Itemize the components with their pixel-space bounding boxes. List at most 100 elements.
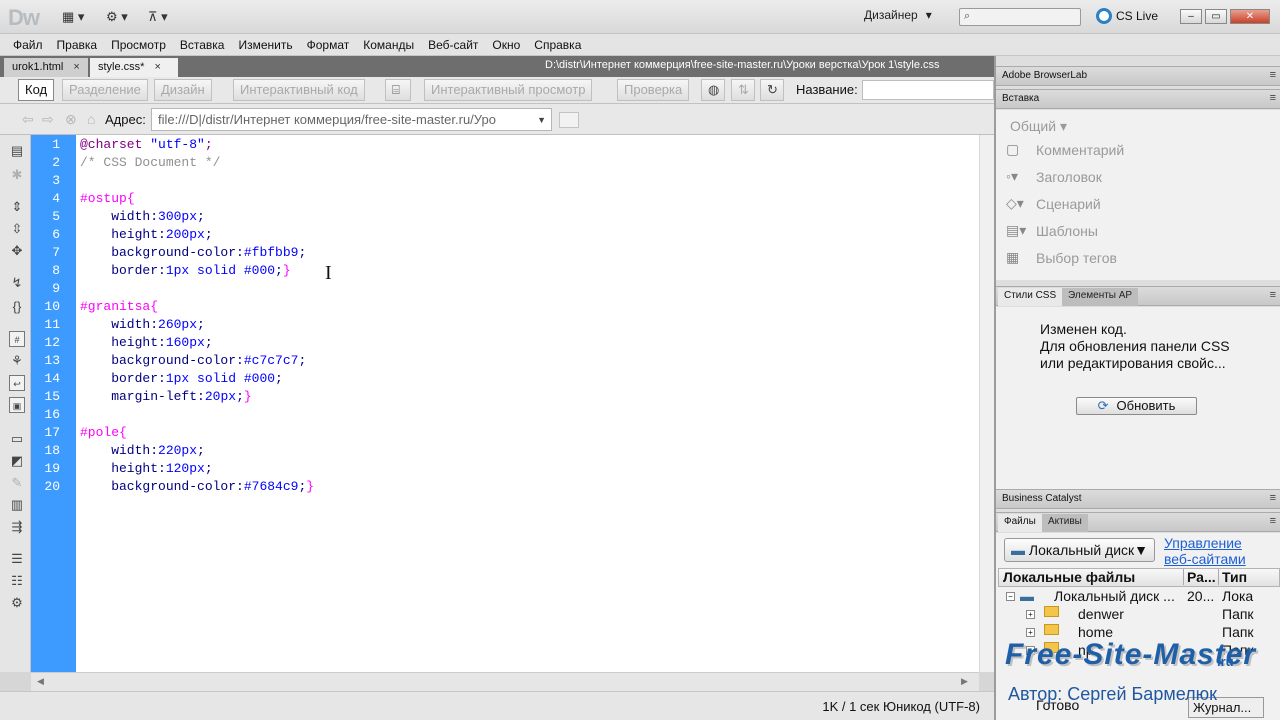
insert-script[interactable]: ◇▾ Сценарий [1006, 195, 1101, 212]
panel-menu-icon[interactable]: ≡ [1270, 69, 1276, 81]
balance-braces-icon[interactable]: {} [9, 299, 25, 315]
column-header-size[interactable]: Ра... [1183, 569, 1216, 585]
outdent-code-icon[interactable]: ☷ [9, 573, 25, 589]
title-input[interactable] [862, 80, 994, 100]
menu-view[interactable]: Просмотр [104, 38, 173, 52]
horizontal-scrollbar[interactable]: ◀ ▶ [31, 672, 979, 691]
back-icon[interactable]: ⇦ [22, 111, 34, 128]
manage-sites-link[interactable]: Управление веб-сайтами [1164, 535, 1246, 567]
insert-item-label: Сценарий [1036, 195, 1101, 212]
browser-navigation-icon[interactable] [559, 112, 579, 128]
disk-select[interactable]: ▬ Локальный диск ▼ [1004, 538, 1155, 562]
code-view-button[interactable]: Код [18, 79, 55, 101]
insert-tag-chooser[interactable]: ▦ Выбор тегов [1006, 249, 1117, 266]
remove-comment-icon[interactable]: ◩ [9, 453, 25, 469]
panel-menu-icon[interactable]: ≡ [1270, 492, 1276, 504]
home-icon[interactable]: ⌂ [87, 111, 95, 127]
panel-menu-icon[interactable]: ≡ [1270, 515, 1276, 527]
apply-comment-icon[interactable]: ▭ [9, 431, 25, 447]
menu-format[interactable]: Формат [300, 38, 357, 52]
select-parent-tag-icon[interactable]: ↯ [9, 275, 25, 291]
panel-menu-icon[interactable]: ≡ [1270, 289, 1276, 301]
syntax-coloring-icon[interactable]: ▣ [9, 397, 25, 413]
expand-icon[interactable]: + [1026, 628, 1035, 637]
code-token: ; [298, 245, 307, 260]
design-view-button[interactable]: Дизайн [154, 79, 212, 101]
tab-css-styles[interactable]: Стили CSS [998, 288, 1063, 306]
gear-icon[interactable]: ⚙ ▾ [106, 8, 128, 26]
tab-files[interactable]: Файлы [998, 514, 1042, 532]
address-input[interactable]: file:///D|/distr/Интернет коммерция/free… [151, 108, 552, 131]
insert-category-select[interactable]: Общий ▾ [1010, 118, 1067, 135]
site-icon[interactable]: ⊼ ▾ [148, 8, 168, 26]
menu-help[interactable]: Справка [527, 38, 588, 52]
column-header-local-files[interactable]: Локальные файлы [1003, 569, 1135, 585]
word-wrap-icon[interactable]: ↩ [9, 375, 25, 391]
close-icon[interactable]: × [73, 61, 79, 73]
menu-commands[interactable]: Команды [356, 38, 421, 52]
check-button[interactable]: Проверка [617, 79, 690, 101]
collapse-icon[interactable]: − [1006, 592, 1015, 601]
split-view-button[interactable]: Разделение [62, 79, 148, 101]
scroll-left-icon[interactable]: ◀ [37, 676, 44, 687]
file-row[interactable]: − ▬ Локальный диск ... 20... Лока [998, 588, 1280, 606]
menu-window[interactable]: Окно [485, 38, 527, 52]
code-token: : [150, 209, 159, 224]
forward-icon[interactable]: ⇨ [42, 111, 54, 128]
minimize-button[interactable]: – [1180, 9, 1202, 24]
layout-icon[interactable]: ▦ ▾ [62, 8, 84, 26]
tab-assets[interactable]: Активы [1042, 514, 1088, 532]
insert-panel-header[interactable]: Вставка ≡ [996, 89, 1280, 109]
column-header-type[interactable]: Тип [1218, 569, 1247, 585]
live-code-button[interactable]: Интерактивный код [233, 79, 365, 101]
tab-style-css[interactable]: style.css* × [90, 58, 178, 77]
menu-edit[interactable]: Правка [50, 38, 105, 52]
inspect-icon[interactable]: ⌸ [385, 79, 411, 101]
insert-head[interactable]: ◦▾ Заголовок [1006, 168, 1102, 185]
maximize-button[interactable]: ▭ [1205, 9, 1227, 24]
menu-site[interactable]: Веб-сайт [421, 38, 485, 52]
panel-menu-icon[interactable]: ≡ [1270, 92, 1276, 104]
move-css-icon[interactable]: ⇶ [9, 519, 25, 535]
menu-modify[interactable]: Изменить [231, 38, 299, 52]
code-editor[interactable]: @charset "utf-8"; /* CSS Document */ #ostu… [76, 135, 979, 672]
browserlab-panel-header[interactable]: Adobe BrowserLab ≡ [996, 66, 1280, 86]
vertical-scrollbar[interactable] [979, 135, 994, 672]
file-management-icon[interactable]: ⇅ [731, 79, 755, 101]
search-input[interactable]: ⌕ [959, 8, 1081, 26]
wrap-tag-icon[interactable]: ✎ [9, 475, 25, 491]
line-numbers-icon[interactable]: # [9, 331, 25, 347]
close-icon[interactable]: × [154, 61, 160, 73]
refresh-button[interactable]: ⟳ Обновить [1076, 397, 1197, 415]
close-button[interactable]: ✕ [1230, 9, 1270, 24]
tab-ap-elements[interactable]: Элементы AP [1062, 288, 1139, 306]
recent-snippets-icon[interactable]: ▥ [9, 497, 25, 513]
expand-all-icon[interactable]: ✥ [9, 243, 25, 259]
insert-comment[interactable]: ▢ Комментарий [1006, 141, 1124, 158]
file-row[interactable]: + denwer Папк [998, 606, 1280, 624]
preview-icon[interactable]: ◍ [701, 79, 725, 101]
expand-icon[interactable]: + [1026, 610, 1035, 619]
menu-insert[interactable]: Вставка [173, 38, 232, 52]
coding-toolbar: ▤ ✱ ⇕ ⇳ ✥ ↯ {} # ⚘ ↩ ▣ ▭ ◩ ✎ ▥ ⇶ ☰ ☷ ⚙ [0, 135, 31, 672]
tab-urok1-html[interactable]: urok1.html × [4, 58, 88, 77]
cs-live-button[interactable]: CS Live [1096, 8, 1158, 24]
collapse-selection-icon[interactable]: ⇳ [9, 221, 25, 237]
chevron-down-icon[interactable]: ▼ [537, 115, 546, 125]
workspace-switcher[interactable]: Дизайнер ▾ [864, 8, 932, 22]
indent-code-icon[interactable]: ☰ [9, 551, 25, 567]
highlight-invalid-code-icon[interactable]: ⚘ [9, 353, 25, 369]
insert-templates[interactable]: ▤▾ Шаблоны [1006, 222, 1098, 239]
open-documents-icon[interactable]: ▤ [9, 143, 25, 159]
menu-file[interactable]: Файл [6, 38, 50, 52]
file-type: Папк [1222, 606, 1254, 622]
business-catalyst-header[interactable]: Business Catalyst ≡ [996, 489, 1280, 509]
code-token: : [158, 461, 166, 476]
scroll-right-icon[interactable]: ▶ [961, 676, 968, 687]
collapse-tag-icon[interactable]: ⇕ [9, 199, 25, 215]
show-code-navigator-icon[interactable]: ✱ [9, 167, 25, 183]
refresh-icon[interactable]: ↻ [760, 79, 784, 101]
live-view-button[interactable]: Интерактивный просмотр [424, 79, 593, 101]
format-source-icon[interactable]: ⚙ [9, 595, 25, 611]
stop-icon[interactable]: ⊗ [65, 111, 77, 128]
